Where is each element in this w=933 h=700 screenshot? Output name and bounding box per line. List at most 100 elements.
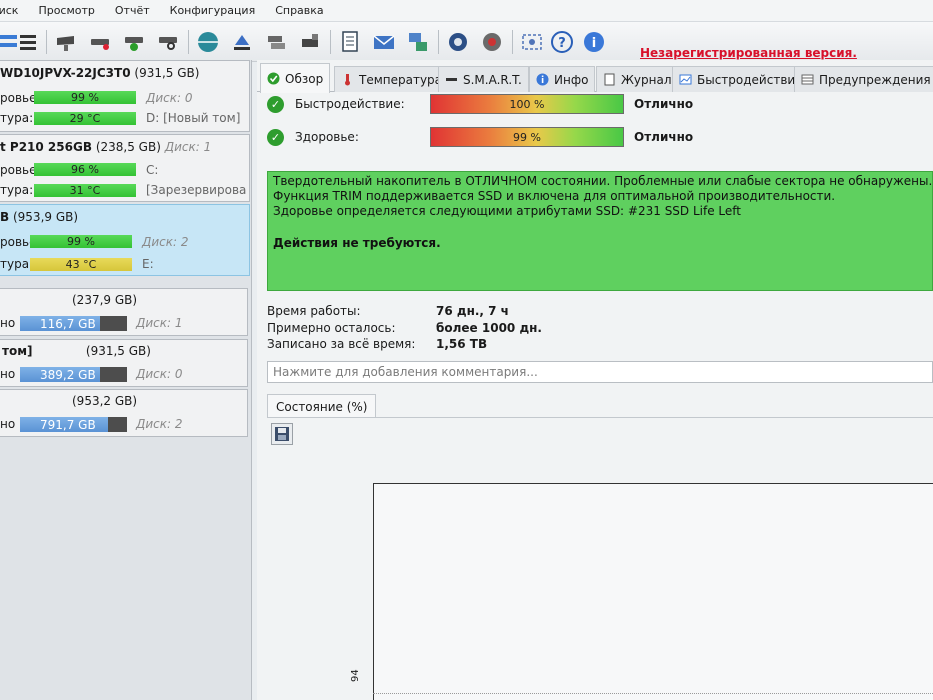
capacity-fill: 116,7 GB	[20, 316, 100, 331]
disk-title: B (953,9 GB)	[0, 210, 79, 224]
tab-log[interactable]: Журнал	[596, 66, 679, 92]
temperature-label: тура:	[0, 257, 34, 271]
tab-performance[interactable]: Быстродействие	[672, 66, 810, 92]
performance-status: Отлично	[634, 97, 694, 111]
screenshot-icon[interactable]	[518, 28, 546, 56]
disk-item[interactable]: t P210 256GB (238,5 GB) Диск: 1 ровье: 9…	[0, 134, 250, 202]
mail-icon[interactable]	[370, 28, 398, 56]
help-icon[interactable]: ?	[548, 28, 576, 56]
health-row: ✓ Здоровье: 99 % Отлично	[267, 124, 933, 150]
disk-drive-icon[interactable]	[86, 28, 114, 56]
comment-field[interactable]: Нажмите для добавления комментария...	[267, 361, 933, 383]
temperature-label: тура:	[0, 111, 34, 125]
disk-search-icon[interactable]	[154, 28, 182, 56]
check-icon	[267, 72, 280, 85]
menu-bar: Диск Просмотр Отчёт Конфигурация Справка	[0, 0, 933, 22]
disk-item-selected[interactable]: B (953,9 GB) ровье: 99 % Диск: 2 тура: 4…	[0, 204, 250, 276]
gear-icon[interactable]	[444, 28, 472, 56]
unregistered-link[interactable]: Незарегистрированная версия.	[640, 46, 857, 60]
disk-number: Диск: 2	[142, 235, 189, 249]
menu-help[interactable]: Справка	[265, 4, 333, 17]
disk-item[interactable]: WD10JPVX-22JC3T0 (931,5 GB) ровье: 99 % …	[0, 60, 250, 132]
message-action: Действия не требуются.	[273, 236, 441, 250]
volume-title: том] (931,5 GB)	[2, 344, 151, 358]
remaining-value: более 1000 дн.	[436, 321, 542, 335]
drive-stack-icon[interactable]	[262, 28, 290, 56]
menu-report[interactable]: Отчёт	[105, 4, 160, 17]
health-chart	[373, 483, 933, 700]
disk-title: WD10JPVX-22JC3T0 (931,5 GB)	[0, 66, 200, 80]
uptime-label: Время работы:	[267, 304, 361, 318]
menu-config[interactable]: Конфигурация	[160, 4, 266, 17]
message-line: Здоровье определяется следующими атрибут…	[273, 204, 741, 218]
document-icon[interactable]	[336, 28, 364, 56]
health-bar: 96 %	[34, 163, 136, 176]
globe-icon[interactable]	[194, 28, 222, 56]
check-icon: ✓	[267, 95, 284, 113]
written-label: Записано за всё время:	[267, 337, 416, 351]
capacity-fill: 389,2 GB	[20, 367, 100, 382]
performance-bar: 100 %	[430, 94, 624, 114]
disk-list-panel: WD10JPVX-22JC3T0 (931,5 GB) ровье: 99 % …	[0, 60, 252, 700]
volume-title: (953,2 GB)	[72, 394, 138, 408]
menu-view[interactable]: Просмотр	[28, 4, 104, 17]
sub-tab-divider	[267, 417, 933, 418]
status-message: Твердотельный накопитель в ОТЛИЧНОМ сост…	[267, 171, 933, 291]
disk-number: Диск: 0	[136, 367, 183, 381]
volume-item[interactable]: том] (931,5 GB) но 389,2 GB Диск: 0	[0, 339, 248, 387]
network-icon[interactable]	[404, 28, 432, 56]
disk-number: Диск: 2	[136, 417, 183, 431]
volume-free-label: но	[0, 316, 16, 330]
capacity-bar: 791,7 GB	[20, 417, 127, 432]
chart-gridline	[373, 693, 933, 694]
capacity-fill: 791,7 GB	[20, 417, 108, 432]
menu-disk[interactable]: Диск	[0, 4, 28, 17]
health-label: Здоровье:	[295, 130, 359, 144]
dash-icon	[445, 73, 458, 86]
temperature-bar: 43 °C	[30, 258, 132, 271]
tab-warnings[interactable]: Предупреждения	[794, 66, 933, 92]
tab-info[interactable]: Инфо	[529, 66, 596, 92]
eject-icon[interactable]	[228, 28, 256, 56]
volume-free-label: но	[0, 417, 16, 431]
performance-row: ✓ Быстродействие: 100 % Отлично	[267, 91, 933, 117]
health-bar: 99 %	[430, 127, 624, 147]
written-value: 1,56 TB	[436, 337, 488, 351]
list-icon[interactable]	[14, 28, 42, 56]
volume-label: [Зарезервирова	[146, 183, 247, 197]
disk-number: Диск: 0	[146, 91, 193, 105]
check-icon: ✓	[267, 128, 284, 146]
volume-label: E:	[142, 257, 154, 271]
remaining-label: Примерно осталось:	[267, 321, 396, 335]
save-icon[interactable]	[271, 423, 293, 445]
tab-smart[interactable]: S.M.A.R.T.	[438, 66, 529, 92]
volume-label: D: [Новый том]	[146, 111, 241, 125]
disk-icon[interactable]	[52, 28, 80, 56]
message-line: Функция TRIM поддерживается SSD и включе…	[273, 189, 836, 203]
capacity-bar: 389,2 GB	[20, 367, 127, 382]
health-bar: 99 %	[34, 91, 136, 104]
temperature-bar: 29 °C	[34, 112, 136, 125]
thermometer-icon	[341, 73, 354, 86]
disk-check-icon[interactable]	[120, 28, 148, 56]
speaker-icon[interactable]	[478, 28, 506, 56]
details-panel: Обзор Температура S.M.A.R.T. Инфо Журнал…	[257, 60, 933, 700]
volume-item[interactable]: (953,2 GB) но 791,7 GB Диск: 2	[0, 389, 248, 437]
info-icon[interactable]: i	[580, 28, 608, 56]
drive-copy-icon[interactable]	[296, 28, 324, 56]
info-icon	[536, 73, 549, 86]
tab-temperature[interactable]: Температура	[334, 66, 450, 92]
health-status: Отлично	[634, 130, 694, 144]
volume-free-label: но	[0, 367, 16, 381]
performance-label: Быстродействие:	[295, 97, 405, 111]
tab-overview[interactable]: Обзор	[260, 63, 331, 93]
table-icon	[801, 73, 814, 86]
volume-item[interactable]: (237,9 GB) но 116,7 GB Диск: 1	[0, 288, 248, 336]
message-line: Твердотельный накопитель в ОТЛИЧНОМ сост…	[273, 174, 933, 188]
disk-letter: C:	[146, 163, 159, 177]
temperature-label: тура:	[0, 183, 34, 197]
temperature-bar: 31 °C	[34, 184, 136, 197]
tab-state-percent[interactable]: Состояние (%)	[267, 394, 377, 418]
chart-y-tick: 94	[350, 669, 361, 682]
svg-text:i: i	[592, 36, 596, 51]
